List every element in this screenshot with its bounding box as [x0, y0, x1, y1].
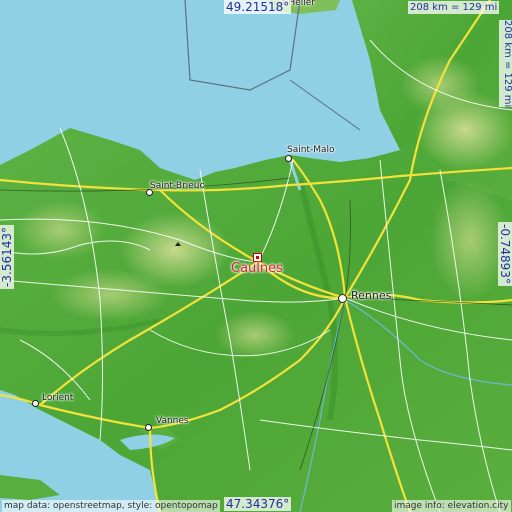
city-label-rennes: Rennes — [351, 289, 392, 302]
credit-image-info: image info: elevation.city — [392, 500, 511, 512]
coord-bottom: 47.34376° — [224, 497, 292, 511]
city-marker-vannes — [145, 424, 152, 431]
city-label-saint-malo: Saint-Malo — [287, 145, 335, 155]
target-label: Caulnes — [231, 261, 283, 276]
map-view[interactable]: t Helier Saint-Malo Saint-Brieuc Rennes … — [0, 0, 512, 512]
city-label-vannes: Vannes — [156, 416, 189, 426]
city-marker-lorient — [32, 400, 39, 407]
city-marker-rennes — [338, 294, 347, 303]
city-label-lorient: Lorient — [42, 393, 74, 403]
coord-top: 49.21518° — [224, 0, 292, 14]
city-label-saint-brieuc: Saint-Brieuc — [150, 181, 205, 191]
coord-right: -0.74893° — [498, 222, 512, 286]
scale-vertical: 208 km = 129 mi — [499, 20, 512, 108]
peak-icon — [175, 242, 181, 246]
scale-horizontal: 208 km = 129 mi — [408, 1, 500, 14]
city-marker-saint-malo — [285, 155, 292, 162]
credit-map-data: map data: openstreetmap, style: opentopo… — [2, 500, 220, 512]
coord-left: -3.56143° — [0, 225, 14, 289]
